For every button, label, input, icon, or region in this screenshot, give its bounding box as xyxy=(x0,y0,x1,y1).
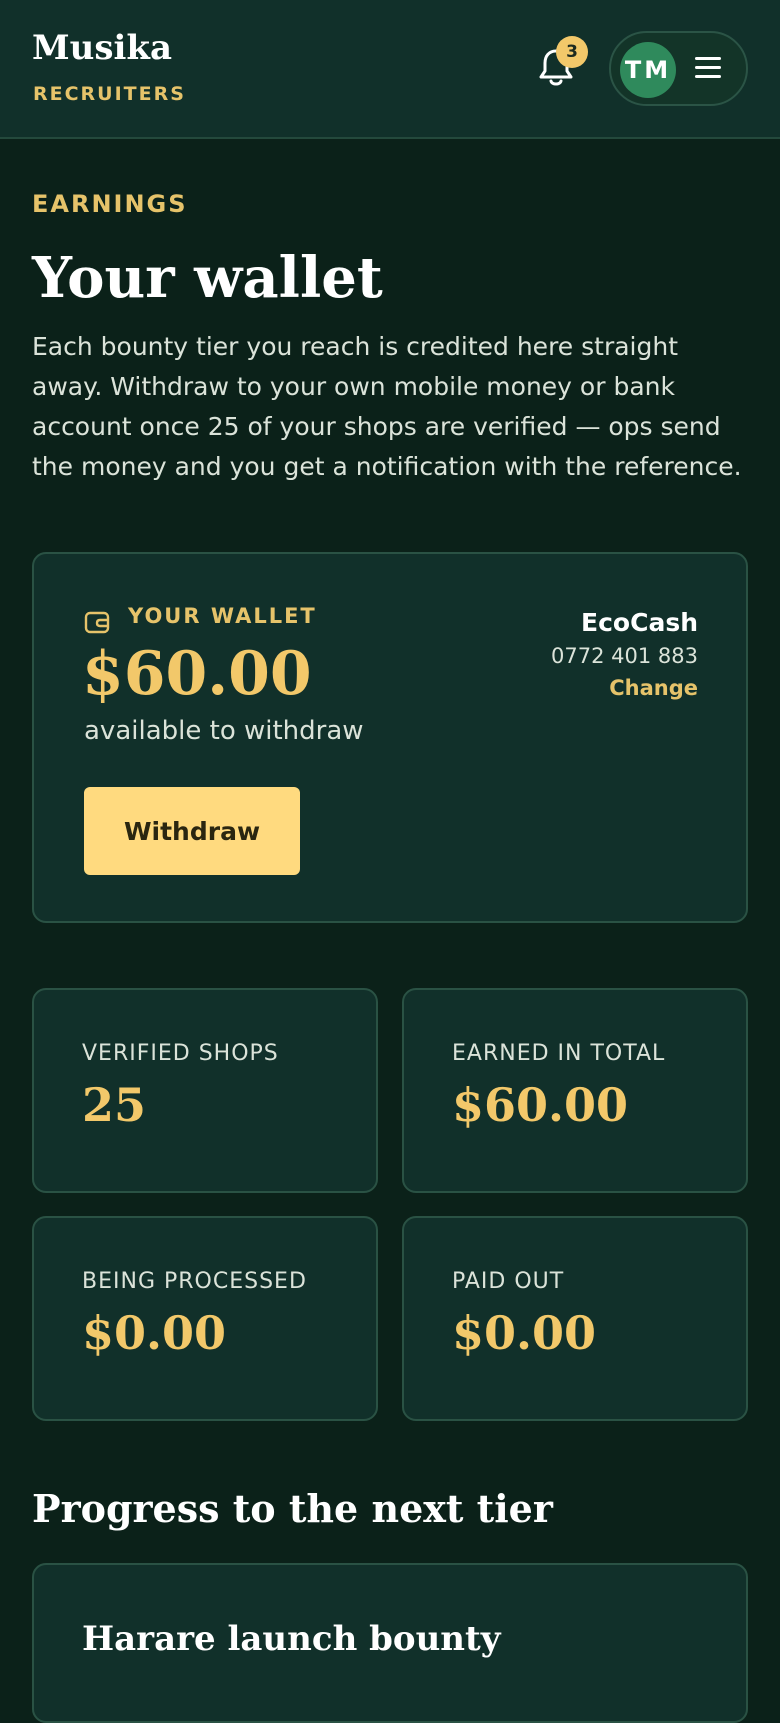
stat-card-verified-shops: VERIFIED SHOPS 25 xyxy=(32,988,378,1193)
payout-method-name: EcoCash xyxy=(581,608,698,637)
menu-icon[interactable] xyxy=(695,56,721,80)
stat-label: BEING PROCESSED xyxy=(82,1269,307,1294)
stat-card-being-processed: BEING PROCESSED $0.00 xyxy=(32,1216,378,1421)
wallet-card: YOUR WALLET $60.00 available to withdraw… xyxy=(32,552,748,923)
stat-label: PAID OUT xyxy=(452,1269,565,1294)
section-eyebrow: EARNINGS xyxy=(32,190,188,218)
brand-subtitle: RECRUITERS xyxy=(33,83,186,105)
wallet-caption: available to withdraw xyxy=(84,716,364,746)
stat-value: 25 xyxy=(82,1078,147,1132)
brand-name[interactable]: Musika xyxy=(32,28,172,68)
user-menu-button[interactable]: TM xyxy=(609,31,748,106)
tier-card: Harare launch bounty xyxy=(32,1563,748,1723)
stat-card-paid-out: PAID OUT $0.00 xyxy=(402,1216,748,1421)
notification-badge[interactable]: 3 xyxy=(556,36,588,68)
top-bar: Musika RECRUITERS 3 TM xyxy=(0,0,780,139)
change-payout-link[interactable]: Change xyxy=(551,672,698,704)
stat-label: VERIFIED SHOPS xyxy=(82,1041,279,1066)
stat-value: $60.00 xyxy=(452,1078,629,1132)
stat-card-earned-total: EARNED IN TOTAL $60.00 xyxy=(402,988,748,1193)
wallet-label: YOUR WALLET xyxy=(128,604,317,628)
wallet-balance: $60.00 xyxy=(82,639,312,709)
stat-value: $0.00 xyxy=(82,1306,227,1360)
payout-method: EcoCash 0772 401 883 Change xyxy=(551,606,698,704)
progress-section-title: Progress to the next tier xyxy=(32,1486,553,1531)
wallet-icon xyxy=(84,611,110,634)
stat-label: EARNED IN TOTAL xyxy=(452,1041,666,1066)
stat-value: $0.00 xyxy=(452,1306,597,1360)
page-title: Your wallet xyxy=(32,245,383,311)
tier-title: Harare launch bounty xyxy=(82,1619,501,1659)
page-intro: Each bounty tier you reach is credited h… xyxy=(32,332,742,481)
payout-phone-number: 0772 401 883 xyxy=(551,644,698,668)
withdraw-button[interactable]: Withdraw xyxy=(84,787,300,875)
avatar[interactable]: TM xyxy=(620,42,676,98)
